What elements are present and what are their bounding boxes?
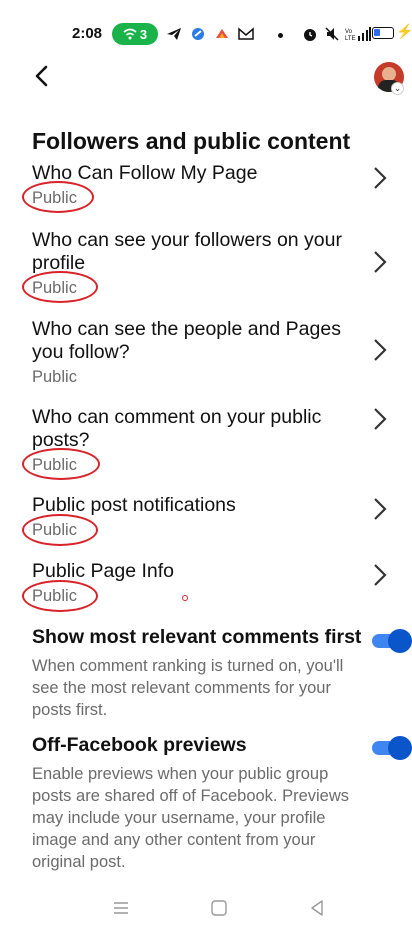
hotspot-icon: [123, 28, 137, 40]
status-time: 2:08: [72, 25, 103, 42]
back-triangle-icon[interactable]: [306, 897, 328, 919]
setting-title: Who can comment on your public posts?: [32, 406, 322, 451]
chevron-right-icon[interactable]: [373, 497, 387, 521]
setting-title: Who can see the people and Pages you fol…: [32, 318, 341, 363]
app-notification-icon: [192, 28, 204, 40]
toggle-title: Show most relevant comments first: [32, 626, 362, 648]
annotation-circle: [22, 448, 100, 480]
chevron-left-icon[interactable]: [30, 64, 54, 88]
off-facebook-previews-toggle[interactable]: [370, 735, 412, 761]
chevron-right-icon[interactable]: [373, 563, 387, 587]
setting-value: Public: [32, 368, 77, 386]
home-icon[interactable]: [208, 897, 230, 919]
toggle-title: Off-Facebook previews: [32, 734, 247, 756]
chevron-right-icon[interactable]: [373, 407, 387, 431]
toggle-description: When comment ranking is turned on, you'l…: [32, 657, 344, 719]
setting-title: Public Page Info: [32, 560, 175, 582]
setting-row-following-visibility[interactable]: Who can see the people and Pages you fol…: [32, 318, 390, 388]
mute-icon: [325, 27, 339, 41]
telegram-icon: [167, 28, 181, 40]
app-frame: 2:08 3 Vo LTE ⚡ ⌄ Followers and public co…: [10, 0, 412, 929]
signal-icon: [358, 27, 371, 41]
alarm-icon: [304, 29, 316, 41]
annotation-circle: [22, 514, 98, 546]
toggle-row-relevant-comments: Show most relevant comments first When c…: [32, 626, 362, 721]
more-notifications-dot: [278, 33, 283, 38]
setting-title: Who Can Follow My Page: [32, 162, 258, 184]
chevron-right-icon[interactable]: [373, 338, 387, 362]
toggle-row-off-facebook-previews: Off-Facebook previews Enable previews wh…: [32, 734, 362, 873]
annotation-circle: [22, 580, 98, 612]
annotation-circle: [22, 181, 94, 213]
battery-icon: [372, 27, 394, 39]
hotspot-count: 3: [139, 26, 148, 42]
chevron-down-icon[interactable]: ⌄: [391, 82, 404, 95]
app-notification-icon: [216, 29, 228, 38]
chevron-right-icon[interactable]: [373, 250, 387, 274]
svg-text:Vo: Vo: [345, 29, 353, 35]
svg-text:LTE: LTE: [345, 36, 356, 42]
gmail-icon: [238, 27, 254, 40]
annotation-circle: [22, 271, 98, 303]
menu-icon[interactable]: [110, 897, 132, 919]
chevron-right-icon[interactable]: [373, 166, 387, 190]
toggle-description: Enable previews when your public group p…: [32, 765, 350, 871]
hotspot-badge: 3: [112, 23, 158, 45]
relevant-comments-toggle[interactable]: [370, 628, 412, 654]
status-bar: 2:08 3 Vo LTE ⚡: [10, 22, 412, 46]
system-nav-bar: [10, 889, 402, 929]
setting-title: Public post notifications: [32, 494, 236, 516]
annotation-dot: [182, 595, 188, 601]
charging-icon: ⚡: [396, 23, 412, 39]
setting-title: Who can see your followers on your profi…: [32, 229, 342, 274]
section-title: Followers and public content: [32, 128, 351, 154]
